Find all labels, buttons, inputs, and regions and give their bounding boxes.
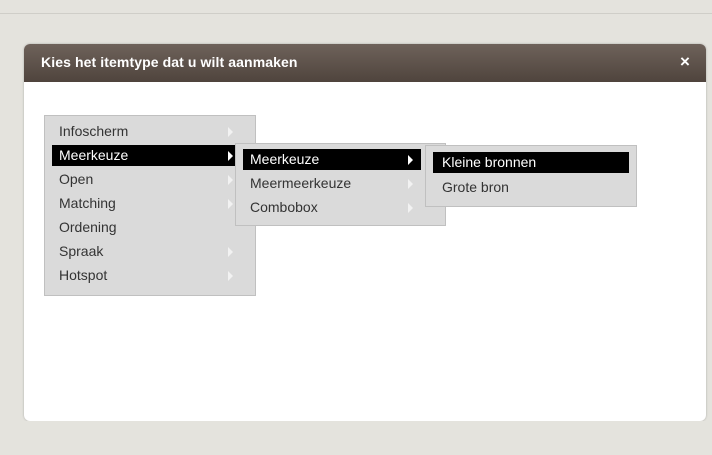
submenu-arrow-icon (228, 175, 233, 185)
submenu-arrow-icon (228, 199, 233, 209)
close-icon[interactable]: × (676, 53, 694, 71)
menu-item-open[interactable]: Open (52, 169, 248, 190)
menu-item-label: Hotspot (59, 267, 108, 283)
dialog-title: Kies het itemtype dat u wilt aanmaken (41, 54, 298, 70)
menu-item-label: Meermeerkeuze (250, 175, 352, 191)
submenu-arrow-icon (228, 247, 233, 257)
menu-item-combobox[interactable]: Combobox (243, 197, 421, 218)
menu-item-label: Grote bron (442, 179, 509, 195)
menu-item-meerkeuze[interactable]: Meerkeuze (52, 145, 248, 166)
menu-item-label: Ordening (59, 219, 117, 235)
meerkeuze-submenu: Meerkeuze Meermeerkeuze Combobox (235, 143, 446, 226)
menu-item-label: Infoscherm (59, 123, 129, 139)
item-type-menu: Infoscherm Meerkeuze Open Matching Orden… (44, 115, 256, 296)
meerkeuze-variant-submenu: Kleine bronnen Grote bron (425, 145, 637, 207)
submenu-arrow-icon (228, 151, 233, 161)
dialog-titlebar: Kies het itemtype dat u wilt aanmaken × (24, 44, 706, 82)
submenu-arrow-icon (408, 179, 413, 189)
menu-item-meermeerkeuze[interactable]: Meermeerkeuze (243, 173, 421, 194)
submenu-arrow-icon (228, 127, 233, 137)
menu-item-label: Open (59, 171, 94, 187)
menu-item-label: Meerkeuze (250, 151, 320, 167)
menu-item-ordening[interactable]: Ordening (52, 217, 248, 238)
menu-item-infoscherm[interactable]: Infoscherm (52, 121, 248, 142)
submenu-arrow-icon (408, 155, 413, 165)
menu-item-kleine-bronnen[interactable]: Kleine bronnen (433, 152, 629, 173)
menu-item-matching[interactable]: Matching (52, 193, 248, 214)
menu-item-label: Spraak (59, 243, 104, 259)
menu-item-spraak[interactable]: Spraak (52, 241, 248, 262)
menu-item-label: Kleine bronnen (442, 154, 537, 170)
menu-item-meerkeuze-sub[interactable]: Meerkeuze (243, 149, 421, 170)
submenu-arrow-icon (408, 203, 413, 213)
submenu-arrow-icon (228, 271, 233, 281)
menu-item-grote-bron[interactable]: Grote bron (433, 177, 629, 198)
menu-item-hotspot[interactable]: Hotspot (52, 265, 248, 286)
top-border (0, 0, 712, 14)
menu-item-label: Meerkeuze (59, 147, 129, 163)
menu-item-label: Matching (59, 195, 116, 211)
page-footer-area (0, 421, 712, 455)
menu-item-label: Combobox (250, 199, 318, 215)
